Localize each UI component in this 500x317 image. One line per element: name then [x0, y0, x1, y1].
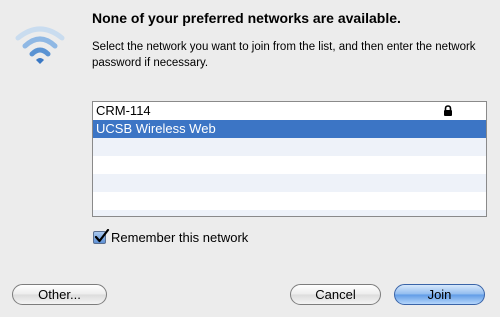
network-list[interactable]: CRM-114 UCSB Wireless Web [92, 101, 487, 217]
network-row-ucsb-wireless-web[interactable]: UCSB Wireless Web [93, 120, 486, 138]
remember-network-checkbox[interactable] [93, 229, 110, 244]
remember-network-option[interactable]: Remember this network [93, 229, 249, 245]
checkmark-icon [94, 229, 110, 243]
empty-row [93, 138, 486, 156]
empty-row [93, 174, 486, 192]
lock-icon [444, 105, 452, 116]
cancel-button[interactable]: Cancel [290, 284, 381, 305]
dialog-title: None of your preferred networks are avai… [92, 10, 401, 26]
empty-row [93, 192, 486, 210]
empty-row [93, 210, 486, 216]
network-dialog: None of your preferred networks are avai… [0, 0, 500, 317]
remember-network-label: Remember this network [111, 230, 249, 245]
network-name: UCSB Wireless Web [96, 121, 216, 136]
network-row-crm-114[interactable]: CRM-114 [93, 102, 486, 120]
join-button[interactable]: Join [394, 284, 485, 305]
dialog-message: Select the network you want to join from… [92, 41, 476, 69]
empty-row [93, 156, 486, 174]
network-name: CRM-114 [96, 103, 151, 118]
wifi-icon [15, 26, 65, 64]
other-button[interactable]: Other... [12, 284, 107, 305]
